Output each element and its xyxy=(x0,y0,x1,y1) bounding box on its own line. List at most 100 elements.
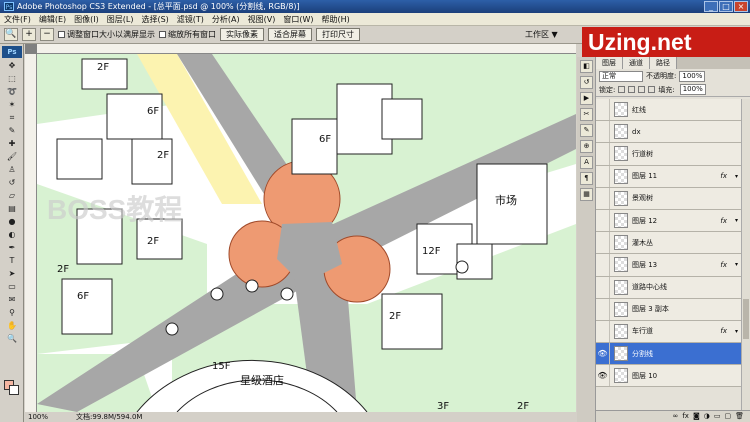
history-brush-icon[interactable]: ↺ xyxy=(4,177,20,188)
character-icon[interactable]: A xyxy=(580,156,593,169)
pen-tool-icon[interactable]: ✒ xyxy=(4,242,20,253)
fit-screen-button[interactable]: 适合屏幕 xyxy=(268,28,312,41)
blur-tool-icon[interactable]: ● xyxy=(4,216,20,227)
visibility-eye-icon[interactable] xyxy=(596,143,610,165)
magic-wand-tool-icon[interactable]: ✶ xyxy=(4,99,20,110)
menu-analysis[interactable]: 分析(A) xyxy=(212,14,240,25)
marquee-tool-icon[interactable]: ⬚ xyxy=(4,73,20,84)
zoom-all-checkbox[interactable]: 缩放所有窗口 xyxy=(159,29,216,40)
layer-row[interactable]: 👁 分割线 xyxy=(596,343,741,366)
layer-row[interactable]: 车行道 fx ▾ xyxy=(596,320,741,344)
blend-mode-select[interactable]: 正常 xyxy=(599,70,643,82)
type-tool-icon[interactable]: T xyxy=(4,255,20,266)
brush-preset-icon[interactable]: ✎ xyxy=(580,124,593,137)
menu-select[interactable]: 选择(S) xyxy=(141,14,168,25)
tab-layers[interactable]: 图层 xyxy=(596,57,623,69)
layer-row[interactable]: dx xyxy=(596,121,741,144)
expand-arrow-icon[interactable]: ▾ xyxy=(735,217,738,224)
expand-arrow-icon[interactable]: ▾ xyxy=(735,261,738,268)
trash-icon[interactable]: 🗑 xyxy=(735,411,744,422)
close-button[interactable]: × xyxy=(734,1,748,12)
layer-comps-icon[interactable]: ▦ xyxy=(580,188,593,201)
layer-row[interactable]: 红线 xyxy=(596,99,741,122)
visibility-eye-icon[interactable] xyxy=(596,209,610,232)
folder-icon[interactable]: ▭ xyxy=(714,411,721,422)
fx-badge-icon[interactable]: fx xyxy=(720,261,727,269)
tab-paths[interactable]: 路径 xyxy=(650,57,677,69)
visibility-eye-icon[interactable] xyxy=(596,121,610,143)
canvas[interactable]: 2F 6F 2F 6F 2F 2F 6F 12F 2F 15F 3F 2F 市场… xyxy=(37,54,576,413)
layer-row[interactable]: 灌木丛 xyxy=(596,232,741,255)
shape-tool-icon[interactable]: ▭ xyxy=(4,281,20,292)
mask-icon[interactable]: ◙ xyxy=(693,411,700,422)
menu-help[interactable]: 帮助(H) xyxy=(322,14,350,25)
eraser-tool-icon[interactable]: ▱ xyxy=(4,190,20,201)
adjust-icon[interactable]: ◑ xyxy=(704,411,710,422)
visibility-eye-icon[interactable] xyxy=(596,165,610,187)
fill-input[interactable]: 100% xyxy=(679,84,706,95)
fx-badge-icon[interactable]: fx xyxy=(720,327,727,335)
layer-row[interactable]: 图层 13 fx ▾ xyxy=(596,254,741,277)
history-icon[interactable]: ↺ xyxy=(580,76,593,89)
background-color-swatch[interactable] xyxy=(9,385,19,395)
new-layer-icon[interactable]: ▢ xyxy=(724,411,731,422)
layer-row[interactable]: 👁 图层 10 xyxy=(596,365,741,388)
lock-transparency-icon[interactable] xyxy=(618,86,626,93)
notes-tool-icon[interactable]: ✉ xyxy=(4,294,20,305)
tools-icon[interactable]: ✂ xyxy=(580,108,593,121)
visibility-eye-icon[interactable] xyxy=(596,99,610,121)
visibility-eye-icon[interactable] xyxy=(596,276,610,298)
layer-row[interactable]: 图层 3 副本 xyxy=(596,298,741,321)
visibility-eye-icon[interactable]: 👁 xyxy=(596,365,610,387)
menu-filter[interactable]: 滤镜(T) xyxy=(177,14,204,25)
scroll-thumb[interactable] xyxy=(743,299,749,339)
menu-file[interactable]: 文件(F) xyxy=(4,14,31,25)
zoom-tool-box-icon[interactable]: 🔍 xyxy=(4,333,20,344)
layer-row[interactable]: 图层 12 fx ▾ xyxy=(596,209,741,233)
brush-tool-icon[interactable]: 🖌 xyxy=(4,151,20,162)
fx-badge-icon[interactable]: fx xyxy=(720,172,727,180)
hand-tool-icon[interactable]: ✋ xyxy=(4,320,20,331)
path-select-icon[interactable]: ➤ xyxy=(4,268,20,279)
zoom-out-icon[interactable]: − xyxy=(40,28,54,41)
opacity-input[interactable]: 100% xyxy=(679,70,706,82)
resize-windows-checkbox[interactable]: 调整窗口大小以满屏显示 xyxy=(58,29,155,40)
zoom-in-icon[interactable]: + xyxy=(22,28,36,41)
lock-all-icon[interactable] xyxy=(648,86,656,93)
visibility-eye-icon[interactable] xyxy=(596,187,610,209)
expand-arrow-icon[interactable]: ▾ xyxy=(735,328,738,335)
fx-icon[interactable]: fx xyxy=(682,411,689,422)
gradient-tool-icon[interactable]: ▤ xyxy=(4,203,20,214)
tab-channels[interactable]: 通道 xyxy=(623,57,650,69)
healing-tool-icon[interactable]: ✚ xyxy=(4,138,20,149)
visibility-eye-icon[interactable] xyxy=(596,298,610,320)
stamp-tool-icon[interactable]: ♙ xyxy=(4,164,20,175)
actions-icon[interactable]: ▶ xyxy=(580,92,593,105)
visibility-eye-icon[interactable]: 👁 xyxy=(596,343,610,365)
minimize-button[interactable]: _ xyxy=(704,1,718,12)
visibility-eye-icon[interactable] xyxy=(596,232,610,254)
clone-source-icon[interactable]: ⊕ xyxy=(580,140,593,153)
zoom-tool-icon[interactable]: 🔍 xyxy=(4,28,18,41)
menu-layer[interactable]: 图层(L) xyxy=(107,14,134,25)
maximize-button[interactable]: □ xyxy=(719,1,733,12)
workspace-dropdown[interactable]: 工作区 ▼ xyxy=(525,29,558,40)
navigator-icon[interactable]: ◧ xyxy=(580,60,593,73)
layer-row[interactable]: 行道树 xyxy=(596,143,741,166)
visibility-eye-icon[interactable] xyxy=(596,254,610,276)
menu-image[interactable]: 图像(I) xyxy=(74,14,99,25)
eyedropper-tool-icon[interactable]: ⚲ xyxy=(4,307,20,318)
dodge-tool-icon[interactable]: ◐ xyxy=(4,229,20,240)
layer-scrollbar[interactable] xyxy=(741,99,750,410)
lock-pixels-icon[interactable] xyxy=(628,86,636,93)
expand-arrow-icon[interactable]: ▾ xyxy=(735,173,738,180)
visibility-eye-icon[interactable] xyxy=(596,320,610,343)
link-icon[interactable]: ∞ xyxy=(673,411,679,422)
crop-tool-icon[interactable]: ⌗ xyxy=(4,112,20,123)
fx-badge-icon[interactable]: fx xyxy=(720,217,727,225)
layer-row[interactable]: 道路中心线 xyxy=(596,276,741,299)
menu-view[interactable]: 视图(V) xyxy=(248,14,276,25)
print-size-button[interactable]: 打印尺寸 xyxy=(316,28,360,41)
move-tool-icon[interactable]: ✥ xyxy=(4,60,20,71)
lasso-tool-icon[interactable]: ➰ xyxy=(4,86,20,97)
